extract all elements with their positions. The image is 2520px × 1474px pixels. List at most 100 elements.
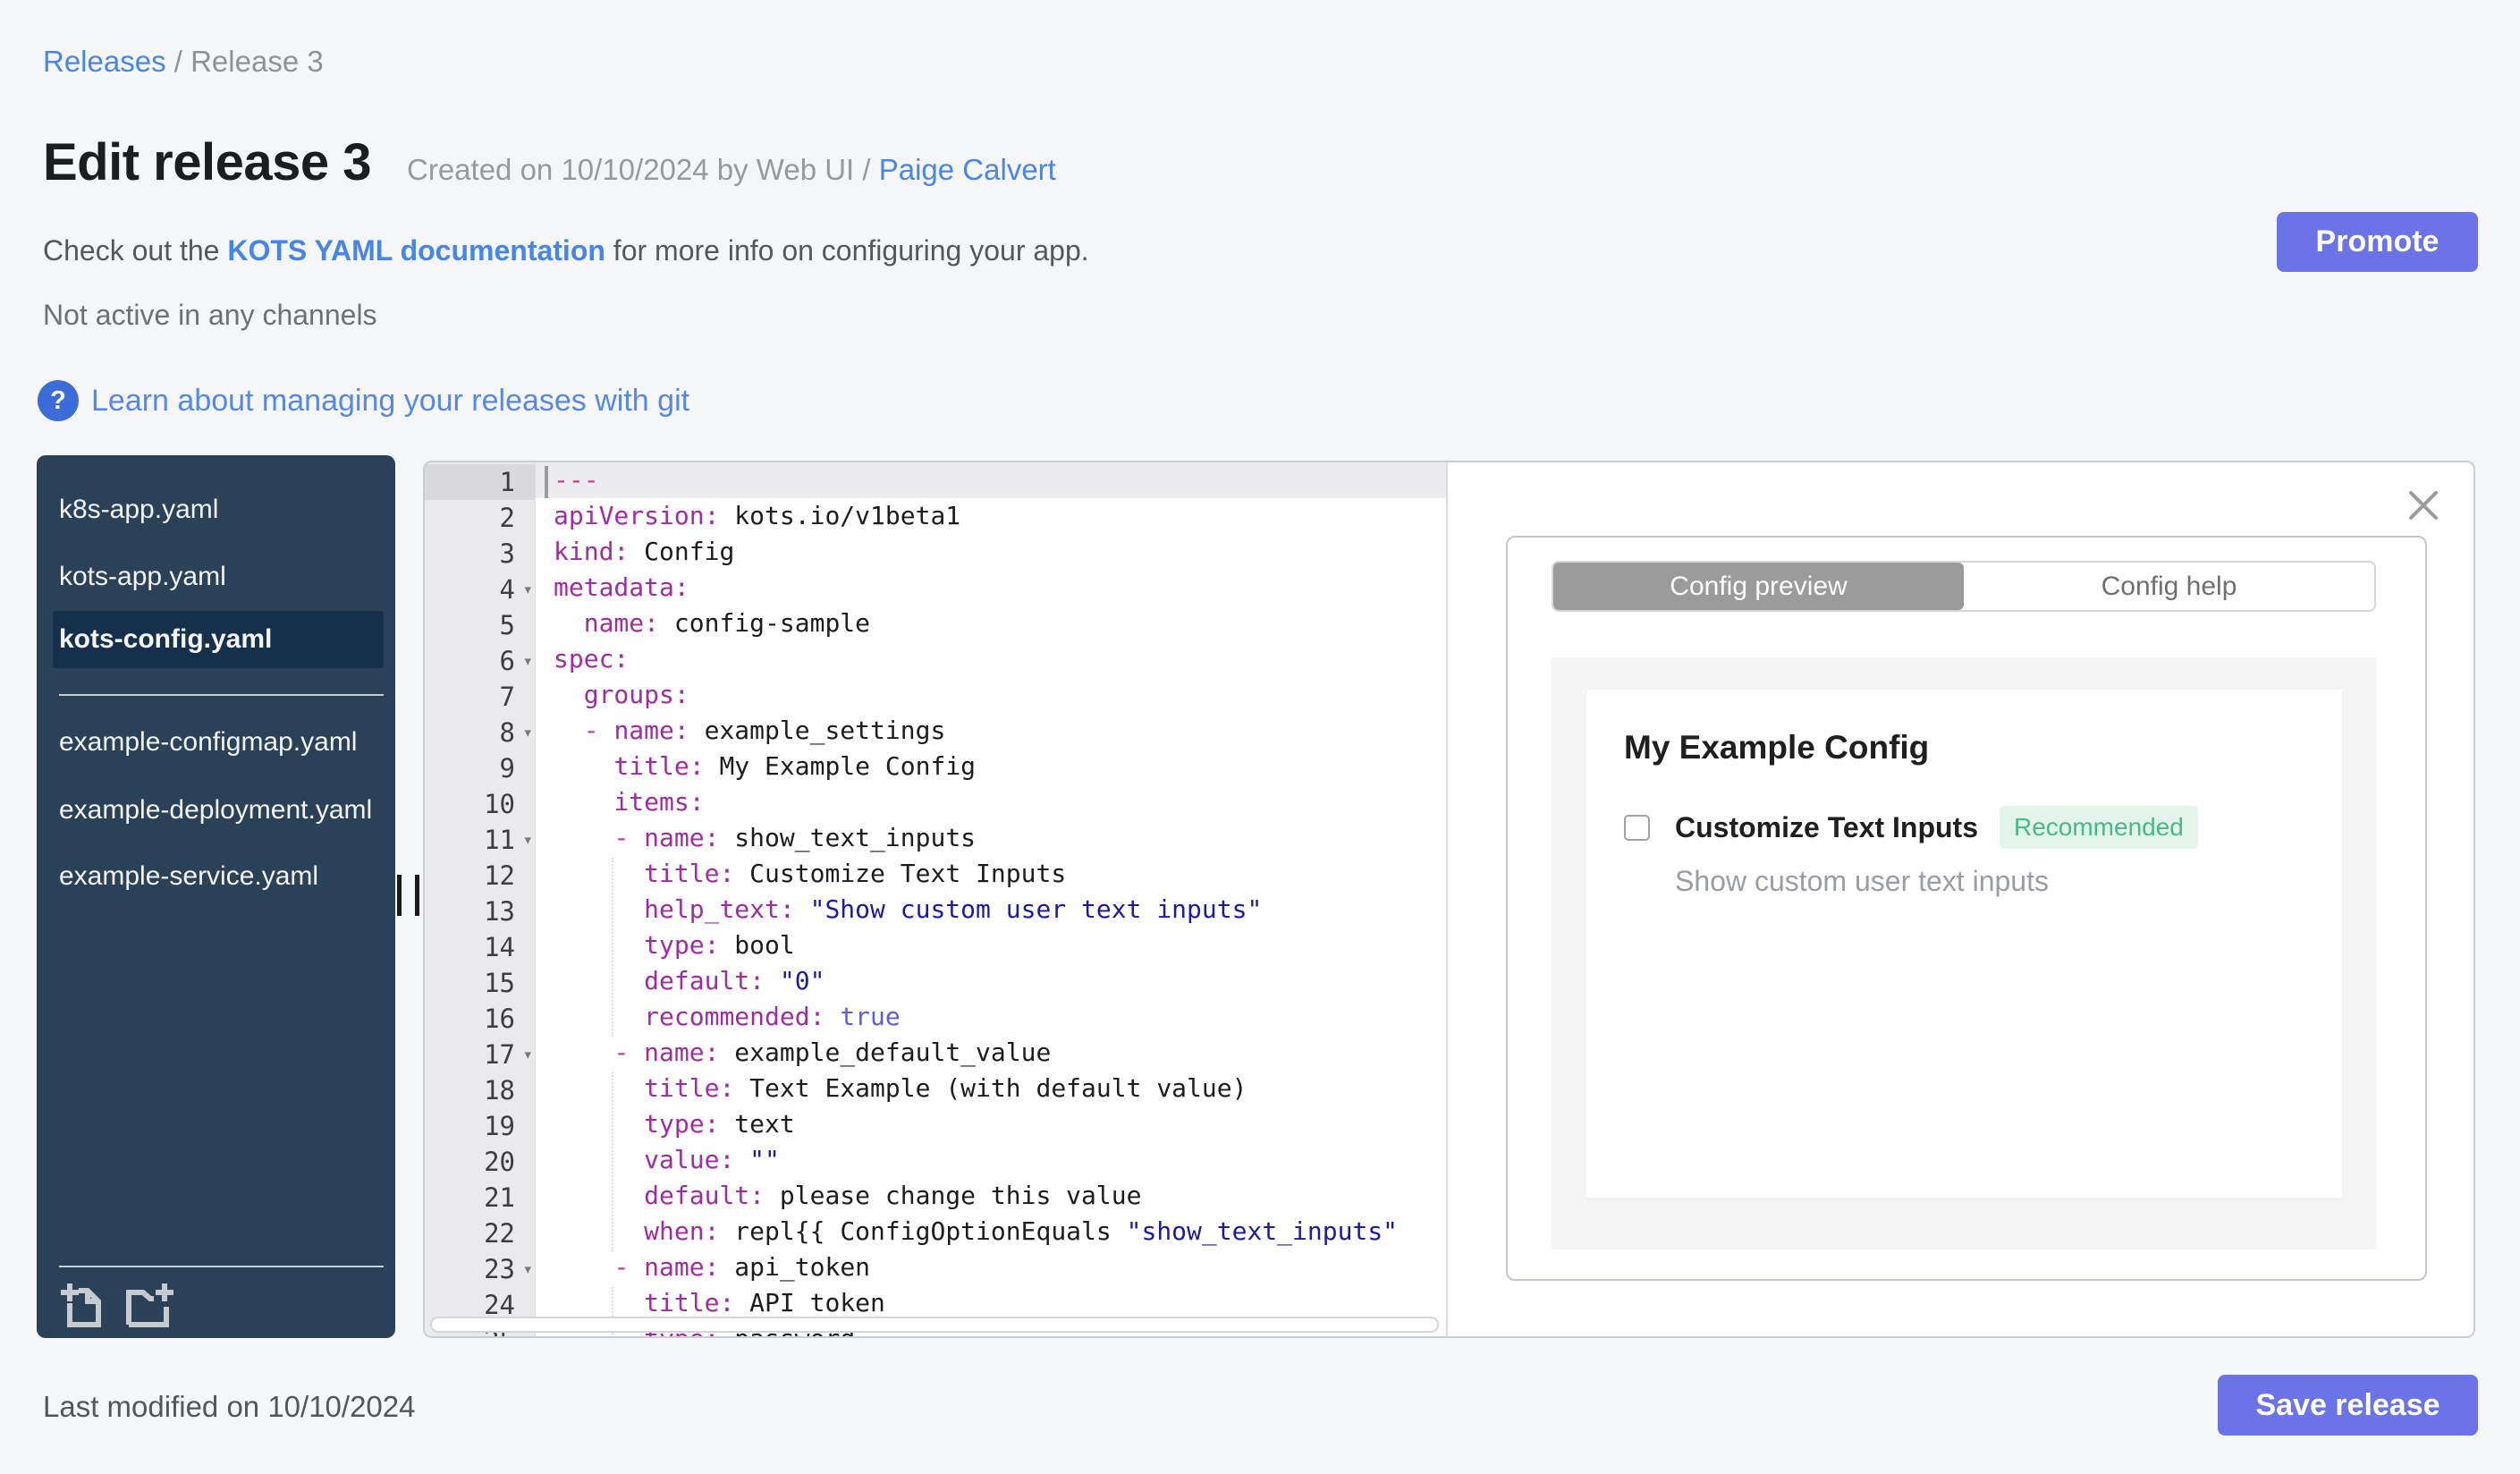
sidebar-file-example-deployment.yaml[interactable]: example-deployment.yaml: [59, 788, 384, 833]
created-text: Created on 10/10/2024 by Web UI /: [407, 153, 879, 186]
config-option-row: Customize Text Inputs Recommended: [1624, 806, 2306, 849]
config-group-card: My Example Config Customize Text Inputs …: [1586, 690, 2342, 1198]
line-number-16: 16: [484, 1004, 515, 1034]
code-line-13[interactable]: help_text: "Show custom user text inputs…: [536, 892, 1446, 928]
line-number-7: 7: [499, 682, 515, 712]
config-option-label: Customize Text Inputs: [1675, 810, 1978, 843]
config-preview-body: My Example Config Customize Text Inputs …: [1552, 657, 2376, 1250]
sidebar-file-kots-app.yaml[interactable]: kots-app.yaml: [59, 555, 384, 599]
config-panel: Config preview Config help My Example Co…: [1506, 536, 2427, 1281]
yaml-code-editor[interactable]: 1 2 3 4 ▾ 5 6 ▾ 7 8 ▾ 9 10 11 ▾ 12 13 14 15 16 17 ▾ 18 19 20 21 22…: [425, 462, 1448, 1336]
git-releases-link[interactable]: Learn about managing your releases with …: [91, 384, 689, 419]
line-number-21: 21: [484, 1182, 515, 1213]
line-number-10: 10: [484, 789, 515, 819]
file-tree-sidebar: k8s-app.yaml kots-app.yaml kots-config.yam…: [37, 455, 395, 1338]
fold-arrow-icon[interactable]: ▾: [523, 715, 533, 750]
line-number-18: 18: [484, 1075, 515, 1106]
code-line-24[interactable]: title: API token: [536, 1285, 1446, 1321]
code-line-2[interactable]: apiVersion: kots.io/v1beta1: [536, 498, 1446, 534]
line-number-5: 5: [499, 610, 515, 640]
sidebar-resize-handle[interactable]: [397, 875, 420, 916]
line-number-3: 3: [499, 538, 515, 569]
git-help-row[interactable]: ? Learn about managing your releases wit…: [38, 380, 689, 421]
recommended-badge: Recommended: [1999, 806, 2198, 849]
code-line-22[interactable]: when: repl{{ ConfigOptionEquals "show_te…: [536, 1214, 1446, 1250]
config-group-title: My Example Config: [1624, 729, 1930, 766]
text-cursor: [545, 466, 548, 498]
line-number-22: 22: [484, 1218, 515, 1249]
code-line-16[interactable]: recommended: true: [536, 999, 1446, 1035]
fold-arrow-icon[interactable]: ▾: [523, 643, 533, 679]
line-number-17: 17 ▾: [425, 1037, 535, 1072]
sidebar-file-k8s-app.yaml[interactable]: k8s-app.yaml: [59, 487, 384, 532]
fold-arrow-icon[interactable]: ▾: [523, 1037, 533, 1072]
file-list-top: k8s-app.yaml kots-app.yaml kots-config.yam…: [53, 487, 384, 668]
line-number-1: 1: [425, 464, 535, 500]
title-row: Edit release 3 Created on 10/10/2024 by …: [43, 132, 1056, 192]
code-line-19[interactable]: type: text: [536, 1106, 1446, 1142]
code-line-1[interactable]: ---: [536, 462, 1446, 498]
author-link[interactable]: Paige Calvert: [879, 153, 1056, 186]
code-line-21[interactable]: default: please change this value: [536, 1178, 1446, 1214]
code-line-9[interactable]: title: My Example Config: [536, 749, 1446, 784]
config-option-help-text: Show custom user text inputs: [1675, 865, 2049, 897]
docs-info-line: Check out the KOTS YAML documentation fo…: [43, 234, 1089, 267]
new-file-icon[interactable]: [59, 1280, 106, 1330]
fold-arrow-icon[interactable]: ▾: [523, 572, 533, 607]
sidebar-file-kots-config.yaml[interactable]: kots-config.yaml: [53, 611, 384, 668]
breadcrumb-releases-link[interactable]: Releases: [43, 45, 166, 78]
sidebar-footer: [59, 1266, 384, 1338]
line-number-9: 9: [499, 753, 515, 784]
docs-suffix: for more info on configuring your app.: [605, 234, 1089, 267]
editor-gutter: 1 2 3 4 ▾ 5 6 ▾ 7 8 ▾ 9 10 11 ▾ 12 13 14 15 16 17 ▾ 18 19 20 21 22…: [425, 462, 536, 1336]
fold-arrow-icon[interactable]: ▾: [523, 1251, 533, 1287]
code-line-17[interactable]: - name: example_default_value: [536, 1035, 1446, 1071]
code-line-7[interactable]: groups:: [536, 677, 1446, 713]
code-line-6[interactable]: spec:: [536, 641, 1446, 677]
code-line-18[interactable]: title: Text Example (with default value): [536, 1071, 1446, 1106]
code-line-14[interactable]: type: bool: [536, 928, 1446, 963]
code-line-4[interactable]: metadata:: [536, 570, 1446, 606]
close-icon[interactable]: [2404, 486, 2443, 525]
release-editor-card: 1 2 3 4 ▾ 5 6 ▾ 7 8 ▾ 9 10 11 ▾ 12 13 14 15 16 17 ▾ 18 19 20 21 22…: [423, 461, 2475, 1338]
indent-guide: [612, 858, 613, 1037]
promote-button[interactable]: Promote: [2277, 212, 2478, 272]
sidebar-file-example-configmap.yaml[interactable]: example-configmap.yaml: [59, 720, 384, 765]
code-line-3[interactable]: kind: Config: [536, 534, 1446, 570]
config-tabs: Config preview Config help: [1552, 561, 2376, 612]
save-release-button[interactable]: Save release: [2218, 1375, 2478, 1436]
line-number-8: 8 ▾: [425, 715, 535, 750]
code-line-23[interactable]: - name: api_token: [536, 1250, 1446, 1285]
code-line-15[interactable]: default: "0": [536, 963, 1446, 999]
line-number-11: 11 ▾: [425, 822, 535, 858]
tab-config-preview[interactable]: Config preview: [1553, 563, 1964, 610]
kots-yaml-docs-link[interactable]: KOTS YAML documentation: [227, 234, 605, 267]
page-title: Edit release 3: [43, 133, 372, 191]
line-number-6: 6 ▾: [425, 643, 535, 679]
breadcrumb: Releases / Release 3: [43, 45, 324, 79]
breadcrumb-separator: /: [165, 45, 191, 78]
line-number-15: 15: [484, 968, 515, 998]
line-number-12: 12: [484, 860, 515, 891]
line-number-4: 4 ▾: [425, 572, 535, 607]
sidebar-file-example-service.yaml[interactable]: example-service.yaml: [59, 854, 384, 899]
help-question-icon: ?: [38, 380, 79, 421]
editor-horizontal-scrollbar[interactable]: [430, 1317, 1439, 1333]
line-number-23: 23 ▾: [425, 1251, 535, 1287]
channel-status: Not active in any channels: [43, 299, 377, 331]
editor-code-area[interactable]: --- apiVersion: kots.io/v1beta1 kind: Conf…: [536, 462, 1446, 1336]
line-number-14: 14: [484, 932, 515, 962]
file-list-divider: [59, 694, 384, 696]
fold-arrow-icon[interactable]: ▾: [523, 822, 533, 858]
code-line-5[interactable]: name: config-sample: [536, 606, 1446, 641]
code-line-10[interactable]: items:: [536, 784, 1446, 820]
customize-text-inputs-checkbox[interactable]: [1624, 814, 1650, 841]
line-number-20: 20: [484, 1147, 515, 1177]
code-line-8[interactable]: - name: example_settings: [536, 713, 1446, 749]
tab-config-help[interactable]: Config help: [1964, 563, 2374, 610]
code-line-11[interactable]: - name: show_text_inputs: [536, 820, 1446, 856]
code-line-20[interactable]: value: "": [536, 1142, 1446, 1178]
line-number-13: 13: [484, 896, 515, 927]
new-folder-icon[interactable]: [123, 1280, 175, 1330]
code-line-12[interactable]: title: Customize Text Inputs: [536, 856, 1446, 892]
